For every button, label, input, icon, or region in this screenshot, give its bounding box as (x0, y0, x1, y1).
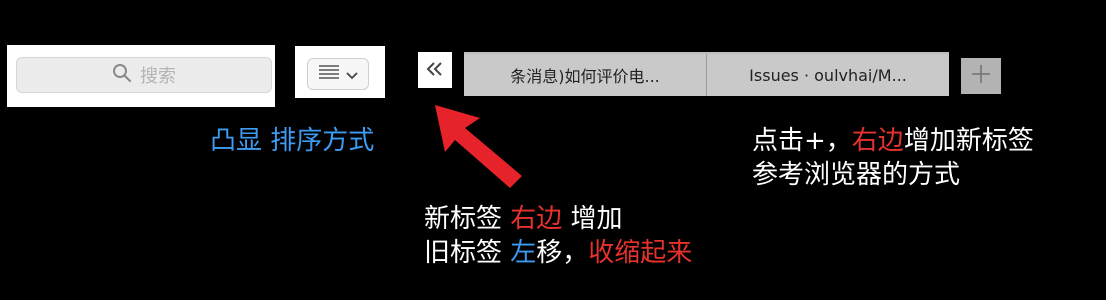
tab-label: 条消息)如何评价电... (510, 67, 660, 86)
tab-label: Issues · oulvhai/M... (749, 65, 907, 85)
search-placeholder: 搜索 (140, 66, 176, 87)
collapse-note-highlight: 右边 (510, 204, 563, 234)
red-arrow-icon (435, 105, 522, 188)
sort-button[interactable] (307, 58, 369, 90)
add-note-text: 增加新标签 (903, 126, 1034, 156)
sort-annotation-part1: 凸显 (210, 126, 263, 156)
collapse-note-highlight: 左 (510, 238, 537, 268)
tab[interactable]: Issues · oulvhai/M... (707, 54, 949, 96)
add-tab-annotation-line2: 参考浏览器的方式 (752, 160, 961, 190)
tab[interactable]: 条消息)如何评价电... (464, 54, 707, 96)
collapse-note-text: 旧标签 (424, 238, 511, 268)
collapse-note-text: 增加 (562, 204, 623, 234)
plus-icon (971, 61, 991, 91)
search-input[interactable]: 搜索 (16, 57, 272, 93)
list-icon (318, 64, 340, 84)
add-tab-annotation-line1: 点击+，右边增加新标签 (752, 124, 1034, 158)
sort-annotation-part2: 排序方式 (270, 126, 375, 156)
tab-strip: 条消息)如何评价电... Issues · oulvhai/M... (464, 52, 949, 96)
collapse-annotation-line2: 旧标签 左移，收缩起来 (424, 236, 692, 270)
double-chevron-left-icon (426, 58, 444, 82)
add-tab-button[interactable] (961, 58, 1001, 94)
collapse-tabs-button[interactable] (418, 52, 452, 88)
add-note-text: 点击+， (752, 126, 852, 156)
add-tab-annotation: 点击+，右边增加新标签 参考浏览器的方式 (752, 124, 1034, 192)
sort-annotation: 凸显 排序方式 (210, 124, 374, 158)
collapse-note-text: 新标签 (424, 204, 511, 234)
add-note-highlight: 右边 (851, 126, 904, 156)
collapse-note-highlight: 收缩起来 (588, 238, 693, 268)
collapse-annotation: 新标签 右边 增加 旧标签 左移，收缩起来 (424, 202, 692, 270)
chevron-down-icon (346, 65, 358, 84)
search-icon (112, 63, 132, 87)
collapse-annotation-line1: 新标签 右边 增加 (424, 202, 692, 236)
collapse-note-text: 移， (536, 238, 589, 268)
